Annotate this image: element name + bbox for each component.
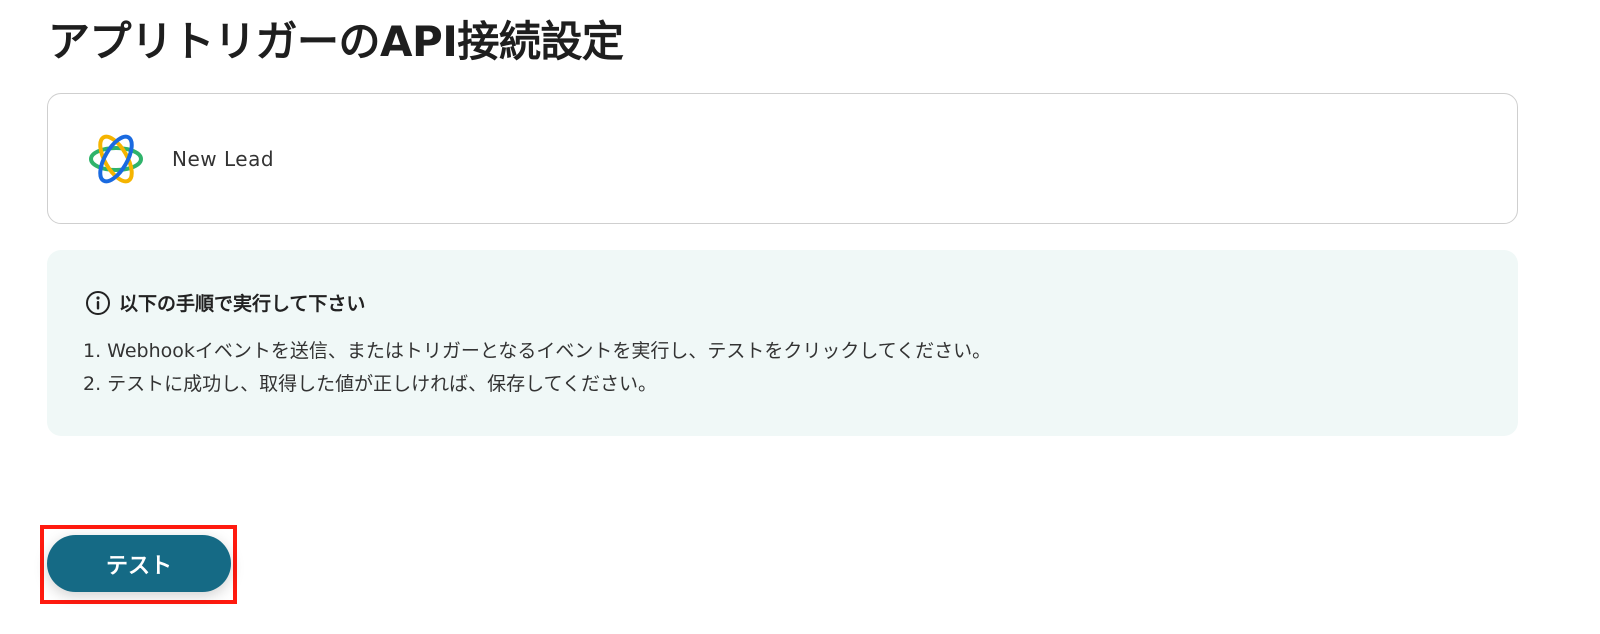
instruction-step: 2. テストに成功し、取得した値が正しければ、保存してください。 <box>83 373 658 395</box>
app-logo-icon <box>89 134 143 183</box>
instructions-panel: 以下の手順で実行して下さい 1. Webhookイベントを送信、またはトリガーと… <box>47 250 1518 436</box>
instructions-steps: 1. Webhookイベントを送信、またはトリガーとなるイベントを実行し、テスト… <box>83 335 991 401</box>
info-icon <box>86 290 110 315</box>
instructions-title: 以下の手順で実行して下さい <box>119 293 366 315</box>
instructions-header: 以下の手順で実行して下さい <box>85 289 365 316</box>
api-connection-settings-page: アプリトリガーのAPI接続設定 New Lead 以下の手順で実行して下さい 1… <box>0 0 1600 634</box>
trigger-card[interactable]: New Lead <box>47 93 1518 224</box>
instruction-step: 1. Webhookイベントを送信、またはトリガーとなるイベントを実行し、テスト… <box>83 340 992 362</box>
page-title: アプリトリガーのAPI接続設定 <box>48 17 624 66</box>
test-button[interactable]: テスト <box>47 535 231 592</box>
trigger-name: New Lead <box>172 146 275 171</box>
